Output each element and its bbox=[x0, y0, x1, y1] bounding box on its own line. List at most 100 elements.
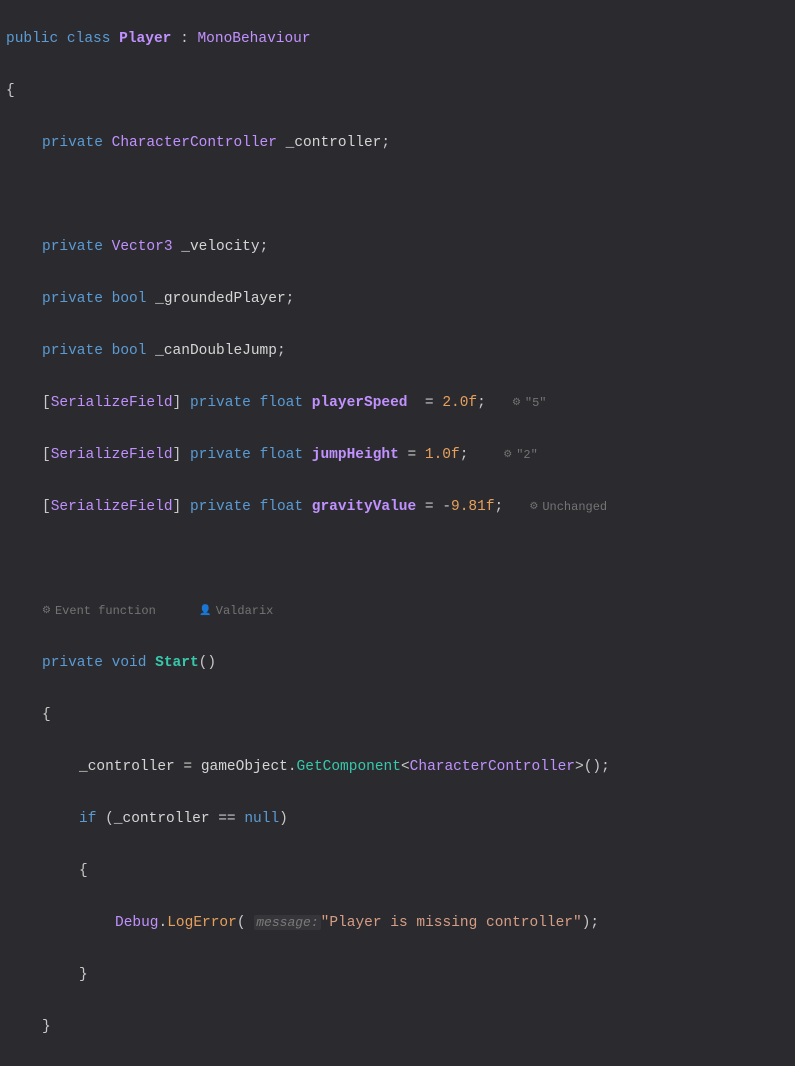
string-literal: "Player is missing controller" bbox=[321, 915, 582, 931]
type: CharacterController bbox=[410, 759, 575, 775]
keyword-private: private bbox=[42, 135, 103, 151]
sym-eq: = bbox=[425, 499, 434, 515]
sym-eq: = bbox=[183, 759, 192, 775]
code-line: [SerializeField] private float playerSpe… bbox=[6, 390, 795, 416]
user-icon: 👤 bbox=[199, 598, 211, 624]
code-line: Debug.LogError( message:"Player is missi… bbox=[6, 910, 795, 936]
code-lens-label: Event function bbox=[55, 604, 156, 618]
sym-paren: ) bbox=[582, 915, 591, 931]
code-editor[interactable]: public class Player : MonoBehaviour { pr… bbox=[0, 0, 795, 1066]
sym-semi: ; bbox=[495, 499, 504, 515]
brace-close: } bbox=[79, 967, 88, 983]
sym-semi: ; bbox=[590, 915, 599, 931]
base-class: MonoBehaviour bbox=[197, 31, 310, 47]
field: playerSpeed bbox=[312, 395, 408, 411]
code-line: { bbox=[6, 858, 795, 884]
sym-semi: ; bbox=[277, 343, 286, 359]
attribute: SerializeField bbox=[51, 395, 173, 411]
field: jumpHeight bbox=[312, 447, 399, 463]
keyword-private: private bbox=[190, 447, 251, 463]
code-line: _controller = gameObject.GetComponent<Ch… bbox=[6, 754, 795, 780]
attribute: SerializeField bbox=[51, 499, 173, 515]
brace-close: } bbox=[42, 1019, 51, 1035]
field: _controller bbox=[79, 759, 175, 775]
type: Vector3 bbox=[112, 239, 173, 255]
code-line: private Vector3 _velocity; bbox=[6, 234, 795, 260]
keyword-float: float bbox=[260, 395, 304, 411]
keyword-bool: bool bbox=[112, 291, 147, 307]
unity-icon: ⚙ bbox=[42, 598, 51, 624]
keyword-private: private bbox=[190, 499, 251, 515]
sym-gt: > bbox=[575, 759, 584, 775]
sym-bracket: ] bbox=[173, 395, 182, 411]
sym-bracket: [ bbox=[42, 395, 51, 411]
code-lens-label: Valdarix bbox=[216, 604, 274, 618]
keyword-if: if bbox=[79, 811, 96, 827]
inlay-value: Unchanged bbox=[542, 500, 607, 514]
number: 9.81f bbox=[451, 499, 495, 515]
field: _groundedPlayer bbox=[155, 291, 286, 307]
sym-paren: ( bbox=[105, 811, 114, 827]
sym-paren: ( bbox=[237, 915, 246, 931]
inlay-value: "5" bbox=[525, 396, 547, 410]
unity-inlay: ⚙"2" bbox=[503, 448, 538, 462]
code-lens[interactable]: 👤Valdarix bbox=[199, 604, 273, 618]
blank-line bbox=[6, 182, 795, 208]
unity-icon: ⚙ bbox=[503, 442, 512, 468]
brace-open: { bbox=[79, 863, 88, 879]
keyword-public: public bbox=[6, 31, 58, 47]
keyword-class: class bbox=[67, 31, 111, 47]
param-hint: message: bbox=[254, 915, 320, 930]
code-line: private bool _groundedPlayer; bbox=[6, 286, 795, 312]
sym-parens: () bbox=[199, 655, 216, 671]
brace-open: { bbox=[42, 707, 51, 723]
sym-eq: = bbox=[408, 447, 417, 463]
sym-parens: () bbox=[584, 759, 601, 775]
code-lens[interactable]: ⚙Event function bbox=[42, 604, 156, 618]
sym-eq: = bbox=[425, 395, 434, 411]
class-name: Player bbox=[119, 31, 171, 47]
sym-paren: ) bbox=[279, 811, 288, 827]
code-lens-row: ⚙Event function 👤Valdarix bbox=[6, 598, 795, 624]
keyword-private: private bbox=[42, 343, 103, 359]
field: gravityValue bbox=[312, 499, 416, 515]
sym-semi: ; bbox=[286, 291, 295, 307]
sym-dot: . bbox=[159, 915, 168, 931]
ident: gameObject bbox=[201, 759, 288, 775]
sym-semi: ; bbox=[260, 239, 269, 255]
method-call: LogError bbox=[167, 915, 237, 931]
keyword-void: void bbox=[112, 655, 147, 671]
sym-eqeq: == bbox=[218, 811, 235, 827]
code-line: if (_controller == null) bbox=[6, 806, 795, 832]
field: _velocity bbox=[181, 239, 259, 255]
code-line: [SerializeField] private float gravityVa… bbox=[6, 494, 795, 520]
number: 2.0f bbox=[442, 395, 477, 411]
sym-bracket: ] bbox=[173, 447, 182, 463]
code-line: } bbox=[6, 1014, 795, 1040]
field: _canDoubleJump bbox=[155, 343, 277, 359]
keyword-bool: bool bbox=[112, 343, 147, 359]
blank-line bbox=[6, 546, 795, 572]
code-line: private void Start() bbox=[6, 650, 795, 676]
method-call: GetComponent bbox=[297, 759, 401, 775]
unity-icon: ⚙ bbox=[529, 494, 538, 520]
sym-semi: ; bbox=[477, 395, 486, 411]
sym-dot: . bbox=[288, 759, 297, 775]
code-line: { bbox=[6, 702, 795, 728]
sym-minus: - bbox=[442, 499, 451, 515]
sym-bracket: [ bbox=[42, 447, 51, 463]
code-line: private CharacterController _controller; bbox=[6, 130, 795, 156]
sym-colon: : bbox=[180, 31, 189, 47]
type: CharacterController bbox=[112, 135, 277, 151]
code-line: private bool _canDoubleJump; bbox=[6, 338, 795, 364]
sym-semi: ; bbox=[460, 447, 469, 463]
code-line: [SerializeField] private float jumpHeigh… bbox=[6, 442, 795, 468]
field: _controller bbox=[286, 135, 382, 151]
keyword-private: private bbox=[42, 239, 103, 255]
unity-icon: ⚙ bbox=[512, 390, 521, 416]
sym-semi: ; bbox=[601, 759, 610, 775]
sym-bracket: ] bbox=[173, 499, 182, 515]
keyword-null: null bbox=[244, 811, 279, 827]
sym-semi: ; bbox=[381, 135, 390, 151]
code-line: { bbox=[6, 78, 795, 104]
